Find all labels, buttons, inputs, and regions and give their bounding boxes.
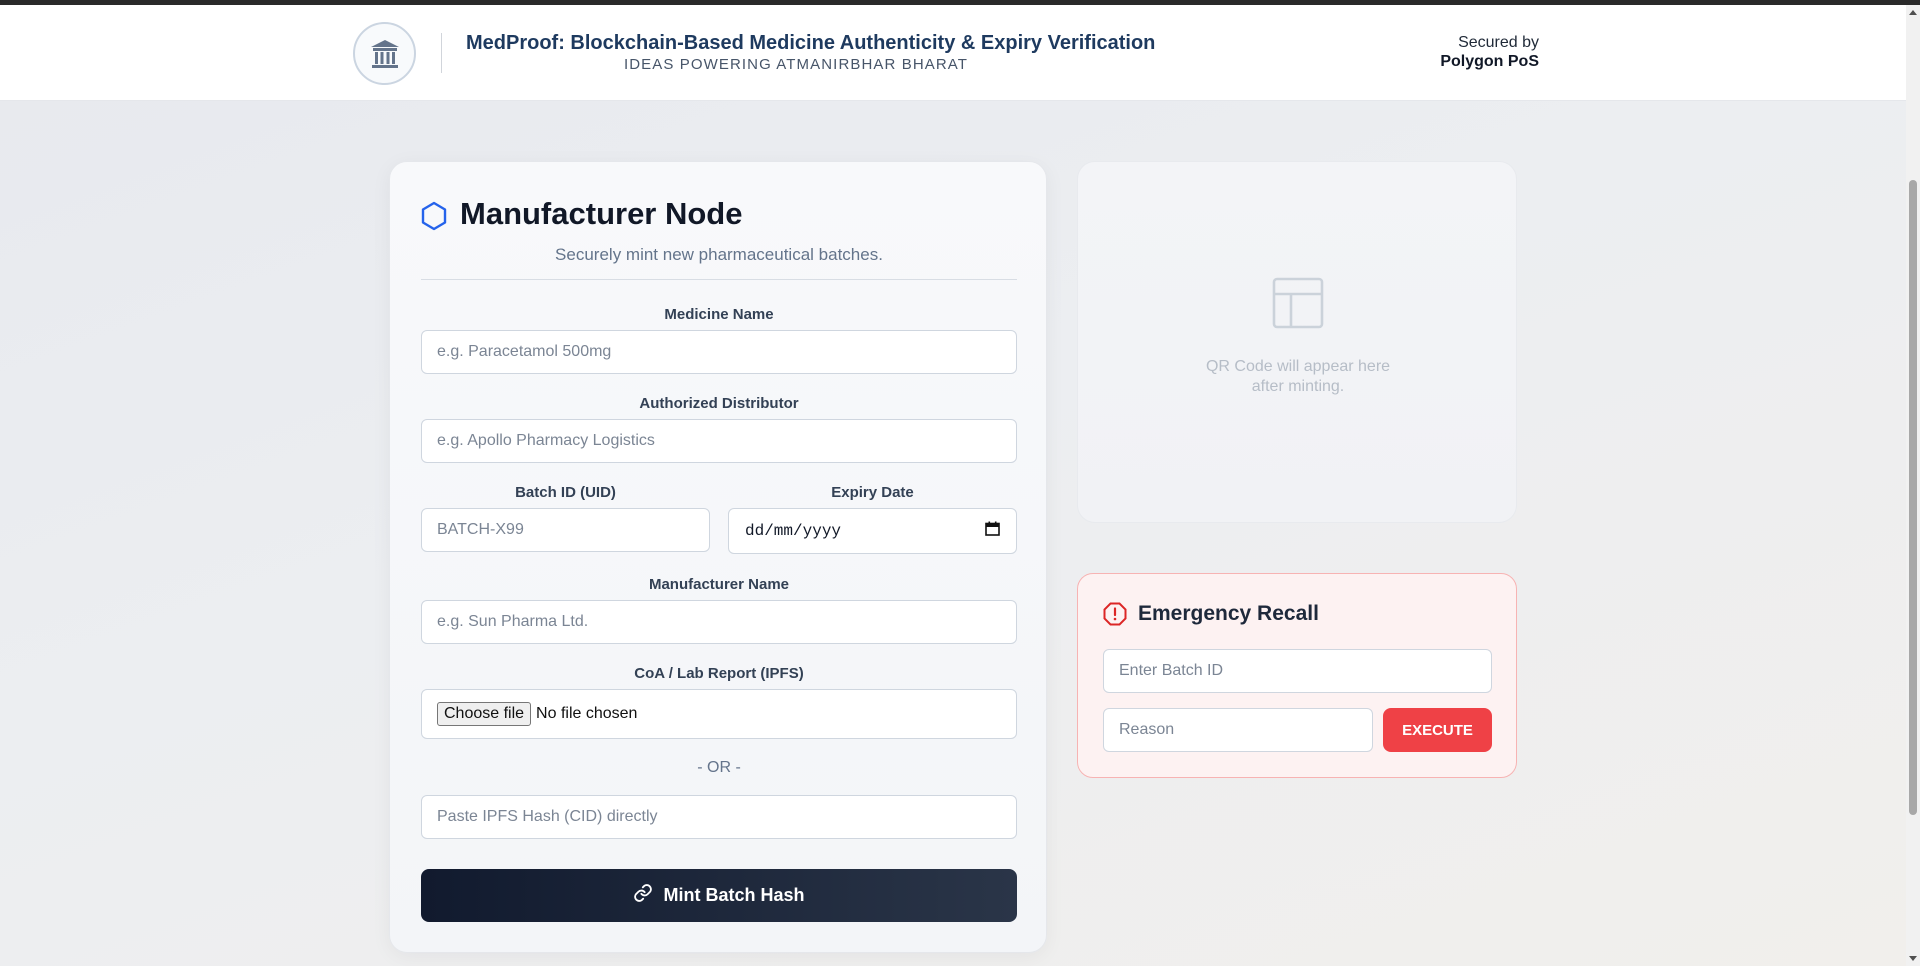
distributor-label: Authorized Distributor (639, 395, 799, 412)
alert-octagon-icon (1103, 602, 1127, 631)
recall-batch-id-input[interactable] (1103, 649, 1492, 693)
expiry-date-value: dd/mm/yyyy (745, 522, 842, 540)
execute-recall-button[interactable]: EXECUTE (1383, 708, 1492, 752)
network-name: Polygon PoS (1440, 53, 1539, 70)
manufacturer-name-label: Manufacturer Name (648, 576, 790, 593)
medicine-name-input[interactable] (421, 330, 1017, 374)
emergency-recall-panel: Emergency Recall EXECUTE (1077, 573, 1517, 778)
card-divider (421, 279, 1017, 280)
expiry-date-input[interactable]: dd/mm/yyyy (728, 508, 1017, 554)
calendar-icon[interactable] (985, 521, 1000, 541)
page-scrollbar[interactable] (1906, 5, 1920, 966)
mint-button-label: Mint Batch Hash (663, 885, 805, 905)
qr-placeholder-text: QR Code will appear here after minting. (1078, 357, 1518, 397)
medicine-name-label: Medicine Name (664, 306, 774, 323)
distributor-input[interactable] (421, 419, 1017, 463)
app-title: MedProof: Blockchain-Based Medicine Auth… (466, 32, 1156, 54)
or-separator: - OR - (697, 759, 741, 776)
lab-report-label: CoA / Lab Report (IPFS) (634, 665, 804, 682)
choose-file-button[interactable]: Choose file (437, 702, 532, 726)
recall-reason-input[interactable] (1103, 708, 1373, 752)
recall-title: Emergency Recall (1138, 602, 1319, 625)
expiry-date-label: Expiry Date (831, 484, 914, 501)
ipfs-hash-input[interactable] (421, 795, 1017, 839)
qr-text-line2: after minting. (1251, 378, 1345, 395)
app-subtitle: IDEAS POWERING ATMANIRBHAR BHARAT (623, 56, 969, 73)
scroll-thumb[interactable] (1909, 180, 1917, 815)
hexagon-icon (420, 201, 448, 236)
link-icon (633, 883, 653, 908)
secured-by-label: Secured by (1458, 34, 1539, 51)
header-divider (441, 33, 442, 73)
file-status-text: No file chosen (536, 705, 638, 722)
manufacturer-name-input[interactable] (421, 600, 1017, 644)
manufacturer-node-card: Manufacturer Node Securely mint new phar… (389, 161, 1047, 953)
qr-placeholder-icon (1272, 277, 1324, 334)
emblem-logo-icon (353, 22, 416, 85)
batch-id-input[interactable] (421, 508, 710, 552)
mint-batch-button[interactable]: Mint Batch Hash (421, 869, 1017, 922)
scroll-down-arrow-icon[interactable] (1909, 956, 1917, 961)
qr-code-panel: QR Code will appear here after minting. (1077, 161, 1517, 523)
qr-text-line1: QR Code will appear here (1205, 358, 1391, 375)
app-header: MedProof: Blockchain-Based Medicine Auth… (0, 5, 1906, 101)
lab-report-file-input[interactable]: Choose file No file chosen (421, 689, 1017, 739)
batch-id-label: Batch ID (UID) (515, 484, 616, 501)
card-subtitle: Securely mint new pharmaceutical batches… (555, 245, 883, 264)
card-title: Manufacturer Node (460, 196, 743, 231)
scroll-up-arrow-icon[interactable] (1909, 10, 1917, 15)
